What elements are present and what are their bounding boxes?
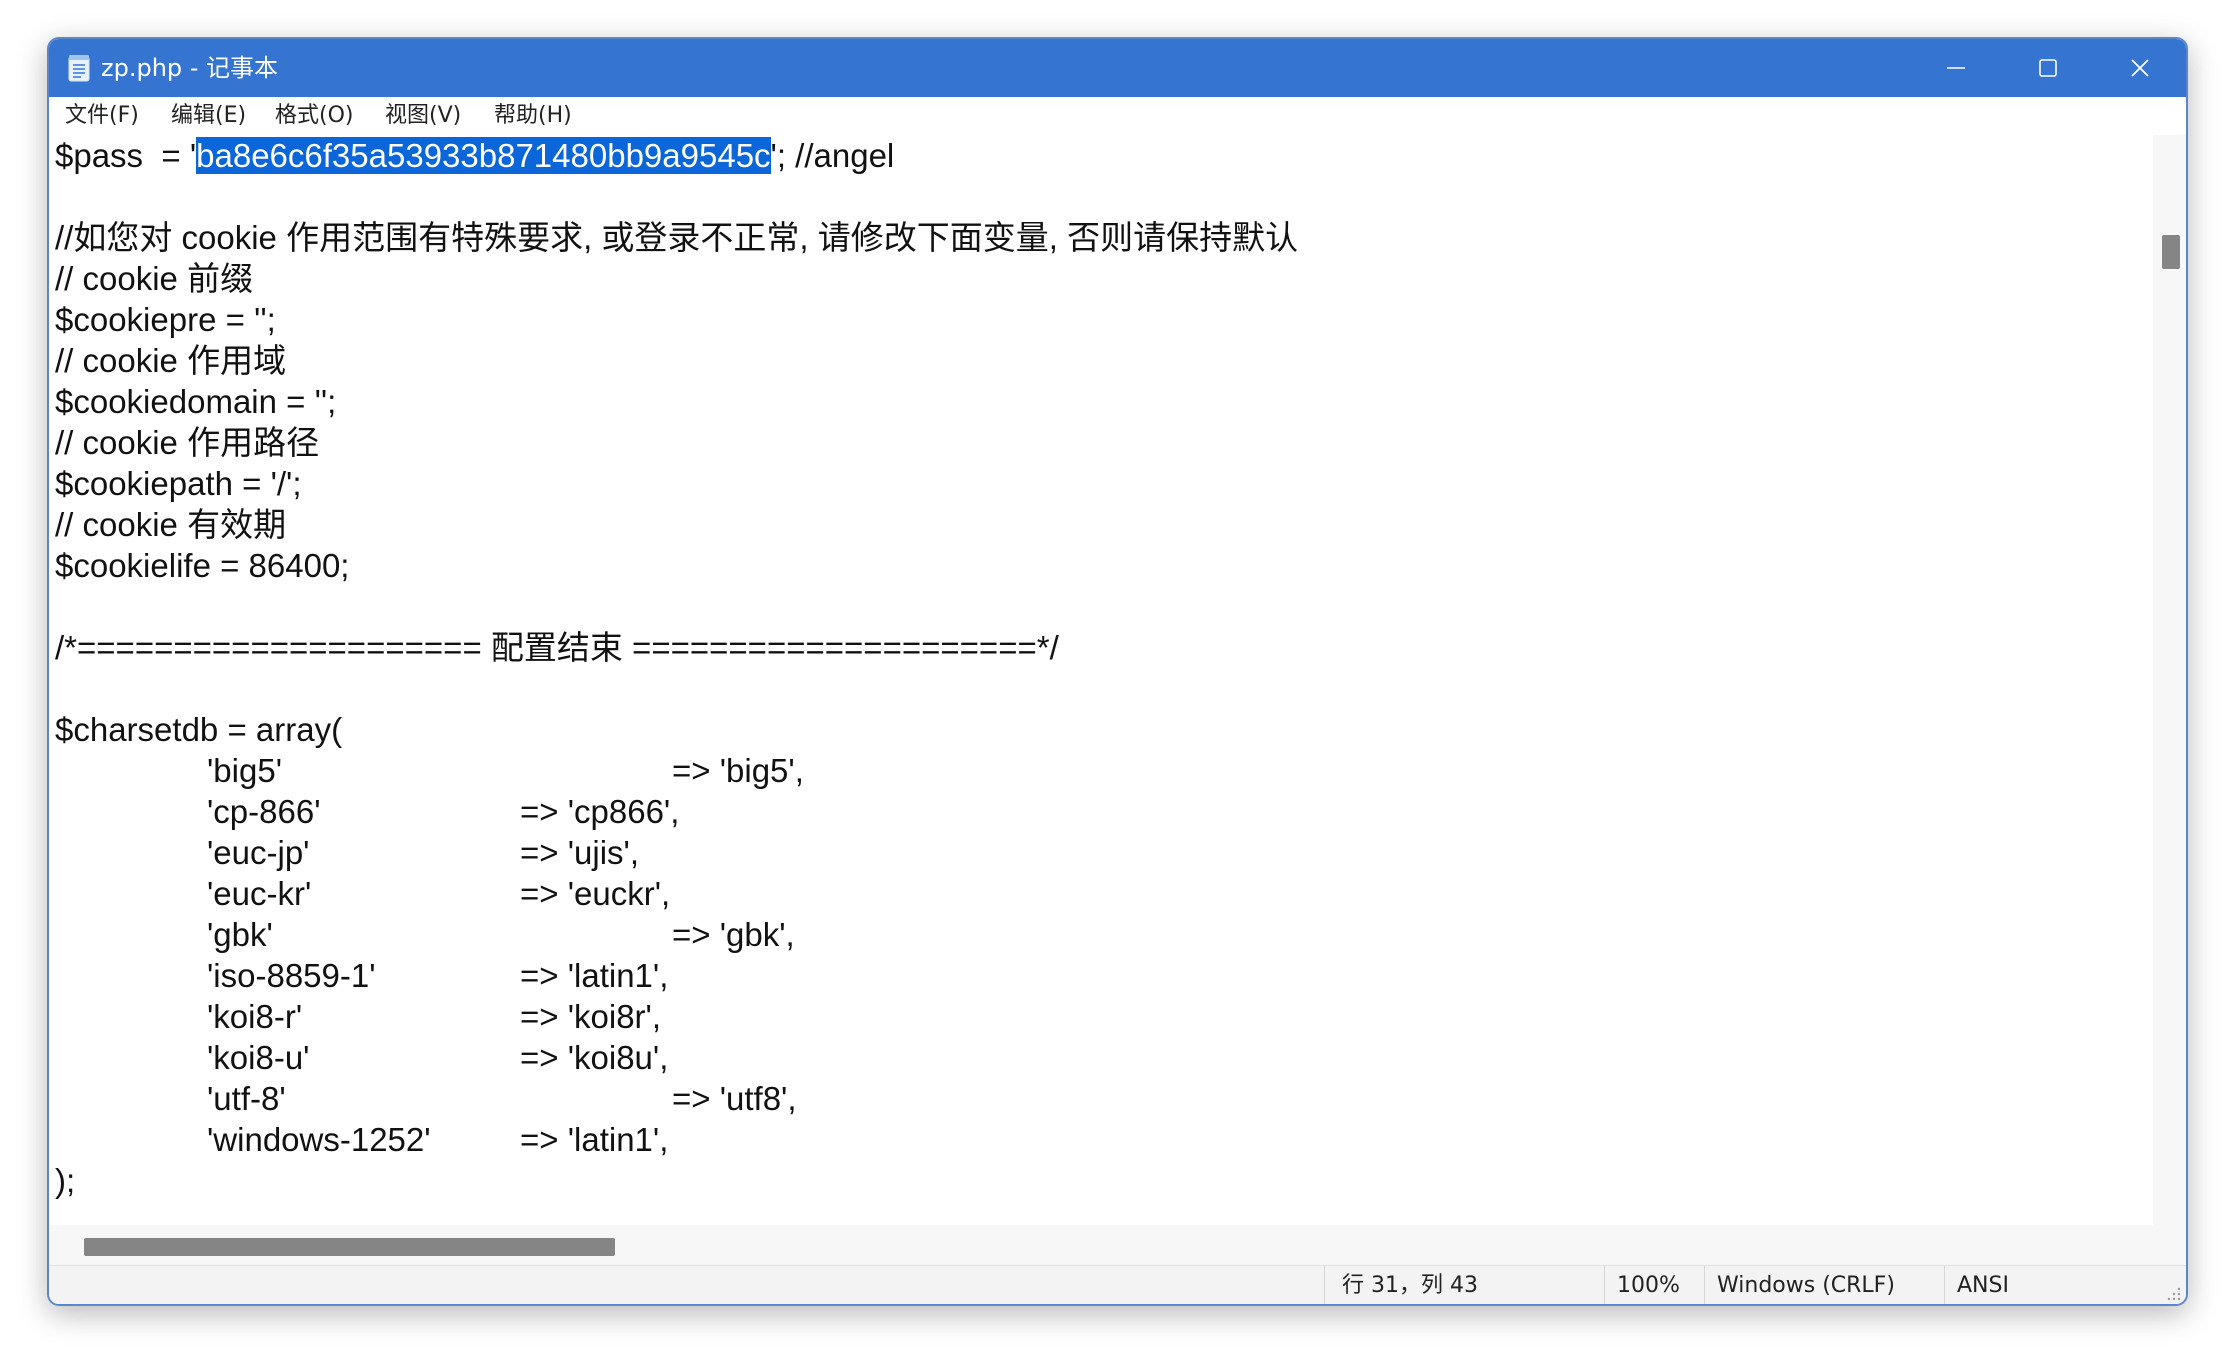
vertical-scroll-thumb[interactable] [2162,235,2180,269]
close-icon [2131,59,2149,77]
close-button[interactable] [2094,39,2186,97]
menu-format[interactable]: 格式(O) [275,97,353,135]
code-line: $cookiepre = ''; [55,301,276,338]
status-divider [1604,1266,1605,1304]
charset-key: 'euc-jp' [207,834,310,871]
code-line: //如您对 cookie 作用范围有特殊要求, 或登录不正常, 请修改下面变量,… [55,219,1299,256]
status-divider [1704,1266,1705,1304]
notepad-window: zp.php - 记事本 文件(F) 编辑(E) 格式(O) 视图(V) 帮助(… [47,37,2188,1306]
status-divider [1944,1266,1945,1304]
code-line: // cookie 前缀 [55,260,254,297]
charset-row: 'euc-kr' => 'euckr', [55,873,955,914]
minimize-button[interactable] [1910,39,2002,97]
status-divider [1324,1266,1325,1304]
scrollbar-corner [2153,1225,2186,1265]
menu-edit[interactable]: 编辑(E) [171,97,246,135]
charset-value: => 'euckr', [520,875,671,912]
code-line: // cookie 作用路径 [55,424,320,461]
charset-key: 'windows-1252' [207,1121,431,1158]
charset-key: 'gbk' [207,916,273,953]
charset-row: 'cp-866' => 'cp866', [55,791,955,832]
horizontal-scroll-thumb[interactable] [84,1238,615,1256]
code-line: $charsetdb = array( [55,711,343,748]
charset-value: => 'utf8', [672,1080,797,1117]
code-line: /*===================== 配置结束 ===========… [55,629,1059,666]
resize-grip-icon[interactable] [2166,1285,2182,1301]
charset-row: 'gbk' => 'gbk', [55,914,955,955]
zoom-level: 100% [1617,1273,1680,1298]
charset-value: => 'big5', [672,752,804,789]
minimize-icon [1947,67,1965,69]
menu-bar: 文件(F) 编辑(E) 格式(O) 视图(V) 帮助(H) [49,97,2186,136]
menu-help[interactable]: 帮助(H) [494,97,572,135]
text-editor[interactable]: $pass = 'ba8e6c6f35a53933b871480bb9a9545… [49,135,2153,1265]
vertical-scrollbar[interactable] [2153,135,2186,1265]
menu-file[interactable]: 文件(F) [65,97,139,135]
code-line: $cookiepath = '/'; [55,465,302,502]
charset-value: => 'ujis', [520,834,639,871]
status-bar: 行 31，列 43 100% Windows (CRLF) ANSI [49,1265,2186,1304]
code-line: $cookielife = 86400; [55,547,350,584]
charset-row: 'windows-1252' => 'latin1', [55,1119,955,1160]
code-line: ); [55,1162,76,1199]
charset-value: => 'cp866', [520,793,680,830]
line-ending: Windows (CRLF) [1717,1273,1895,1298]
charset-key: 'koi8-u' [207,1039,310,1076]
charset-value: => 'gbk', [672,916,795,953]
charset-key: 'cp-866' [207,793,321,830]
maximize-icon [2039,59,2057,77]
charset-key: 'iso-8859-1' [207,957,376,994]
charset-row: 'iso-8859-1' => 'latin1', [55,955,955,996]
charset-value: => 'latin1', [520,957,669,994]
charset-value: => 'koi8u', [520,1039,669,1076]
charset-key: 'big5' [207,752,282,789]
cursor-position: 行 31，列 43 [1342,1273,1478,1298]
charset-value: => 'latin1', [520,1121,669,1158]
code-line: $cookiedomain = ''; [55,383,337,420]
charset-row: 'big5' => 'big5', [55,750,955,791]
charset-row: 'koi8-u' => 'koi8u', [55,1037,955,1078]
selected-text[interactable]: ba8e6c6f35a53933b871480bb9a9545c [196,137,771,174]
title-bar[interactable]: zp.php - 记事本 [49,39,2186,97]
code-line: // cookie 有效期 [55,506,287,543]
charset-value: => 'koi8r', [520,998,662,1035]
encoding: ANSI [1957,1273,2009,1298]
code-line: // cookie 作用域 [55,342,287,379]
menu-view[interactable]: 视图(V) [385,97,461,135]
charset-row: 'utf-8' => 'utf8', [55,1078,955,1119]
charset-key: 'euc-kr' [207,875,312,912]
maximize-button[interactable] [2002,39,2094,97]
charset-key: 'utf-8' [207,1080,286,1117]
code-line: $pass = 'ba8e6c6f35a53933b871480bb9a9545… [55,135,894,176]
horizontal-scrollbar[interactable] [49,1225,2153,1265]
charset-key: 'koi8-r' [207,998,303,1035]
charset-row: 'koi8-r' => 'koi8r', [55,996,955,1037]
code-text: '; //angel [770,137,895,174]
code-text: $pass = ' [55,137,197,174]
charset-row: 'euc-jp' => 'ujis', [55,832,955,873]
notepad-icon [68,55,90,82]
window-title: zp.php - 记事本 [101,54,279,82]
